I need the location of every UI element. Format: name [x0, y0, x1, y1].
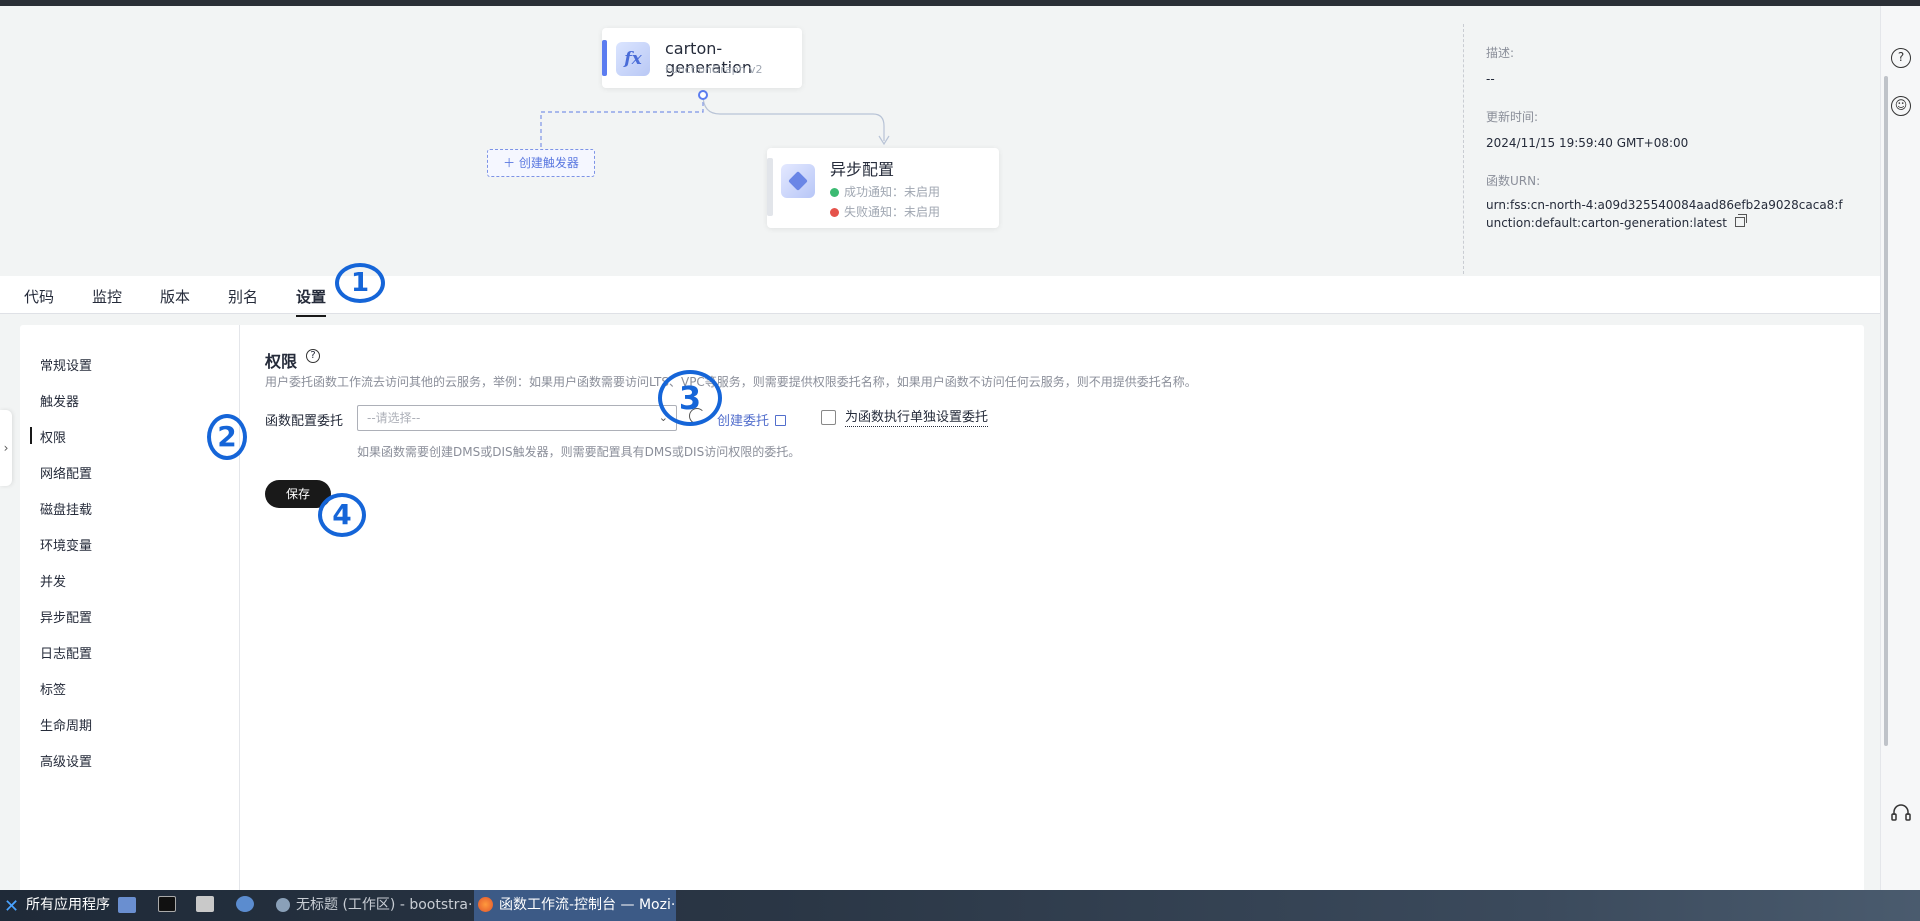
- annotation-mark-4: 4: [318, 493, 366, 537]
- xfce-logo-icon: ✕: [4, 896, 20, 917]
- section-title: 权限: [265, 352, 298, 371]
- tab-version[interactable]: 版本: [160, 286, 190, 307]
- file-manager-icon[interactable]: [196, 890, 222, 921]
- start-menu-label: 所有应用程序: [26, 897, 110, 913]
- nav-disk-mount[interactable]: 磁盘挂载: [40, 499, 92, 518]
- success-notify-text: 成功通知：未启用: [844, 185, 941, 199]
- function-node-accent: [602, 40, 607, 76]
- nav-triggers[interactable]: 触发器: [40, 391, 79, 410]
- create-agency-text: 创建委托: [717, 414, 770, 429]
- globe-icon: [236, 896, 254, 912]
- settings-content: 常规设置 触发器 权限 网络配置 磁盘挂载 环境变量 并发 异步配置 日志配置 …: [20, 325, 1864, 895]
- section-description: 用户委托函数工作流去访问其他的云服务，举例：如果用户函数需要访问LTS、VPC等…: [265, 375, 1197, 389]
- feedback-smile-icon[interactable]: ☺: [1891, 96, 1911, 116]
- updated-label: 更新时间:: [1486, 110, 1539, 124]
- agency-select[interactable]: --请选择-- ⌄: [357, 405, 677, 431]
- permissions-panel: 权限 ? 用户委托函数工作流去访问其他的云服务，举例：如果用户函数需要访问LTS…: [265, 325, 1845, 895]
- function-fx-icon: fx: [616, 42, 650, 76]
- desc-label: 描述:: [1486, 46, 1515, 60]
- desc-value: --: [1486, 72, 1495, 86]
- success-dot-icon: [830, 188, 839, 197]
- copy-icon[interactable]: [1735, 214, 1748, 227]
- sidebar-expand-handle[interactable]: ›: [0, 410, 12, 486]
- nav-network[interactable]: 网络配置: [40, 463, 92, 482]
- nav-async[interactable]: 异步配置: [40, 607, 92, 626]
- nav-env-vars[interactable]: 环境变量: [40, 535, 92, 554]
- function-node[interactable]: fx carton-generation FunctionGraph v2: [602, 28, 802, 88]
- annotation-mark-3: 3: [658, 370, 722, 426]
- settings-sidenav: 常规设置 触发器 权限 网络配置 磁盘挂载 环境变量 并发 异步配置 日志配置 …: [20, 325, 240, 895]
- success-notify-row: 成功通知：未启用: [830, 183, 940, 200]
- headset-icon[interactable]: [1890, 802, 1912, 824]
- async-node-title: 异步配置: [830, 160, 895, 179]
- nav-lifecycle[interactable]: 生命周期: [40, 715, 92, 734]
- nav-tags[interactable]: 标签: [40, 679, 66, 698]
- window-title-firefox: 函数工作流-控制台 — Mozi···: [499, 897, 676, 913]
- function-node-type: FunctionGraph v2: [665, 63, 763, 76]
- show-desktop-icon[interactable]: [118, 890, 144, 921]
- os-taskbar: ✕ 所有应用程序 无标题 (工作区) - bootstra··· 函数工作流-控制…: [0, 890, 1920, 921]
- terminal-glyph-icon: [158, 896, 176, 912]
- tab-monitor[interactable]: 监控: [92, 286, 122, 307]
- urn-label: 函数URN:: [1486, 174, 1541, 188]
- question-icon[interactable]: ?: [306, 349, 320, 363]
- agency-select-placeholder: --请选择--: [367, 411, 421, 425]
- help-icon[interactable]: ?: [1891, 48, 1911, 68]
- nav-permissions[interactable]: 权限: [29, 427, 66, 446]
- async-config-node[interactable]: 异步配置 成功通知：未启用 失败通知：未启用: [767, 148, 999, 228]
- nav-advanced[interactable]: 高级设置: [40, 751, 92, 770]
- desktop-icon: [118, 897, 136, 913]
- right-side-rail: ? ☺: [1880, 6, 1920, 890]
- page-scrollbar[interactable]: [1884, 76, 1888, 746]
- urn-text: urn:fss:cn-north-4:a09d325540084aad86efb…: [1486, 198, 1843, 230]
- tab-settings[interactable]: 设置: [296, 286, 327, 317]
- nav-logs[interactable]: 日志配置: [40, 643, 92, 662]
- async-node-accent: [767, 158, 773, 216]
- async-config-icon: [781, 164, 815, 198]
- firefox-icon: [478, 897, 493, 912]
- fail-notify-row: 失败通知：未启用: [830, 203, 940, 220]
- agency-field-label: 函数配置委托: [265, 414, 344, 429]
- nav-general[interactable]: 常规设置: [40, 355, 92, 374]
- fail-dot-icon: [830, 208, 839, 217]
- terminal-icon[interactable]: [158, 890, 184, 921]
- create-trigger-button[interactable]: ＋ 创建触发器: [487, 149, 595, 177]
- function-tabs: 代码 监控 版本 别名 设置: [0, 276, 1880, 317]
- urn-value: urn:fss:cn-north-4:a09d325540084aad86efb…: [1486, 196, 1846, 232]
- folder-icon: [196, 896, 214, 912]
- external-link-icon: [775, 415, 787, 426]
- taskbar-window-firefox[interactable]: 函数工作流-控制台 — Mozi···: [474, 890, 676, 921]
- create-agency-link[interactable]: 创建委托: [717, 410, 787, 429]
- window-title-vscode: 无标题 (工作区) - bootstra···: [296, 897, 472, 913]
- tab-alias[interactable]: 别名: [228, 286, 258, 307]
- taskbar-window-vscode[interactable]: 无标题 (工作区) - bootstra···: [276, 890, 472, 921]
- annotation-mark-2: 2: [207, 414, 247, 460]
- start-menu-button[interactable]: ✕ 所有应用程序: [4, 890, 110, 921]
- separate-agency-checkbox[interactable]: [821, 410, 836, 425]
- annotation-mark-1: 1: [335, 263, 385, 303]
- updated-value: 2024/11/15 19:59:40 GMT+08:00: [1486, 136, 1689, 150]
- nav-concurrency[interactable]: 并发: [40, 571, 66, 590]
- function-flow-canvas: fx carton-generation FunctionGraph v2 ＋ …: [0, 6, 1880, 276]
- fail-notify-text: 失败通知：未启用: [844, 205, 941, 219]
- function-info-panel: 描述: -- 更新时间: 2024/11/15 19:59:40 GMT+08:…: [1463, 24, 1853, 274]
- agency-hint: 如果函数需要创建DMS或DIS触发器，则需要配置具有DMS或DIS访问权限的委托…: [357, 445, 801, 459]
- separate-agency-label[interactable]: 为函数执行单独设置委托: [845, 410, 989, 427]
- app-icon: [276, 898, 290, 912]
- web-browser-icon[interactable]: [236, 890, 262, 921]
- tab-code[interactable]: 代码: [24, 286, 54, 307]
